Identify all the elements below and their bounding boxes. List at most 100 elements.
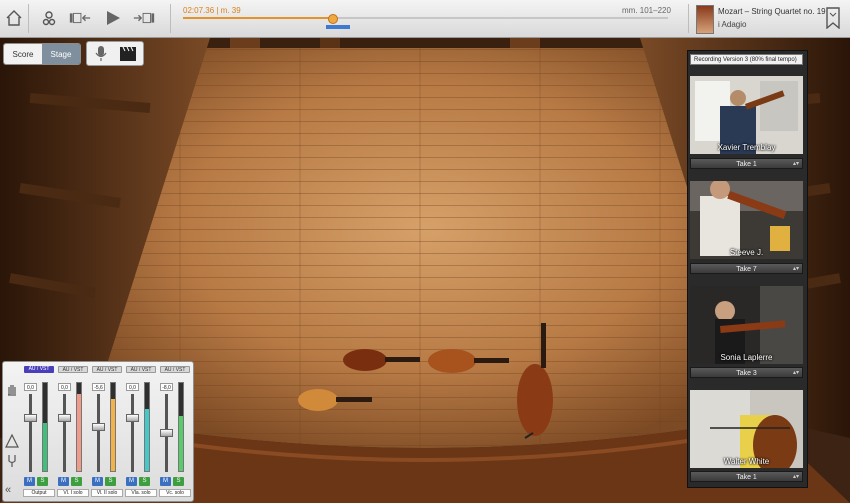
divider	[170, 4, 171, 33]
meter-level	[145, 409, 149, 471]
take-label: Take 1	[736, 474, 757, 481]
recording-panel: Recording Version 3 (80% final tempo) Xa…	[687, 50, 808, 488]
stepper-arrows-icon: ▴▾	[792, 370, 799, 376]
rewind-icon[interactable]	[68, 6, 92, 30]
performer-name: Xavier Tremblay	[717, 143, 776, 152]
plugin-slot[interactable]: AU / VST	[24, 366, 54, 373]
take-label: Take 7	[736, 266, 757, 273]
mute-button[interactable]: M	[92, 477, 103, 486]
divider	[688, 4, 689, 33]
volume-fader[interactable]	[24, 413, 37, 422]
meter-level	[77, 393, 81, 471]
gain-readout[interactable]: 0,0	[126, 383, 139, 391]
solo-button[interactable]: S	[139, 477, 150, 486]
volume-fader[interactable]	[160, 429, 173, 437]
solo-button[interactable]: S	[105, 477, 116, 486]
recording-version-select[interactable]: Recording Version 3 (80% final tempo)	[690, 54, 803, 65]
meter-level	[111, 398, 115, 471]
media-buttons	[86, 41, 144, 66]
gain-readout[interactable]: -8,0	[160, 383, 173, 391]
level-meter	[76, 382, 82, 472]
plugin-slot[interactable]: AU / VST	[160, 366, 190, 373]
loop-region-marker[interactable]	[326, 25, 350, 29]
gain-readout[interactable]: 0,0	[58, 383, 71, 391]
level-meter	[178, 382, 184, 472]
solo-button[interactable]: S	[37, 477, 48, 486]
mixer-strip: AU / VST 0,0 M S Vla. solo	[125, 366, 157, 497]
divider	[28, 4, 29, 33]
level-meter	[42, 382, 48, 472]
microphone-icon[interactable]	[93, 45, 109, 62]
fast-forward-icon[interactable]	[132, 6, 156, 30]
playhead-handle[interactable]	[328, 14, 339, 24]
measure-range: mm. 101–220	[622, 6, 671, 15]
take-select-3[interactable]: Take 3 ▴▾	[690, 367, 803, 378]
mixer-side-tools: «	[3, 362, 21, 501]
volume-fader[interactable]	[58, 413, 71, 422]
fader-track	[131, 394, 134, 472]
solo-button[interactable]: S	[71, 477, 82, 486]
volume-fader[interactable]	[126, 413, 139, 422]
mixer-strip: AU / VST -5,6 M S Vl. II solo	[91, 366, 123, 497]
gain-readout[interactable]: 0,0	[24, 383, 37, 391]
fader-track	[29, 394, 32, 472]
mute-button[interactable]: M	[126, 477, 137, 486]
tuning-fork-icon[interactable]	[5, 454, 19, 468]
take-label: Take 1	[736, 161, 757, 168]
mute-button[interactable]: M	[160, 477, 171, 486]
meter-level	[43, 422, 47, 471]
plugin-slot[interactable]: AU / VST	[58, 366, 88, 373]
performer-video-2[interactable]: Steeve J.	[690, 181, 803, 259]
performer-name: Sonia Laplerre	[720, 353, 773, 362]
collapse-icon[interactable]: «	[5, 484, 19, 496]
level-meter	[110, 382, 116, 472]
performer-name: Walter White	[723, 457, 770, 466]
mixer-strip: AU / VST -8,0 M S Vc. solo	[159, 366, 191, 497]
gain-readout[interactable]: -5,6	[92, 383, 105, 391]
play-icon[interactable]	[101, 6, 125, 30]
take-select-1[interactable]: Take 1 ▴▾	[690, 158, 803, 169]
timecode-readout: 02:07.36 | m. 39	[183, 6, 241, 15]
take-select-4[interactable]: Take 1 ▴▾	[690, 471, 803, 482]
bookmark-icon[interactable]	[826, 7, 840, 30]
stage-view-button[interactable]: Stage	[42, 44, 80, 64]
composer-portrait[interactable]	[696, 5, 714, 34]
clapperboard-icon[interactable]	[119, 45, 137, 62]
score-view-button[interactable]: Score	[4, 44, 42, 64]
channel-label: Vl. II solo	[91, 489, 123, 497]
volume-fader[interactable]	[92, 423, 105, 432]
mute-button[interactable]: M	[24, 477, 35, 486]
home-icon[interactable]	[2, 6, 26, 30]
tuning-icon[interactable]	[5, 433, 19, 448]
fader-track	[63, 394, 66, 472]
piece-title[interactable]: Mozart – String Quartet no. 19	[718, 7, 826, 16]
transport-bar: 02:07.36 | m. 39 mm. 101–220 Mozart – St…	[0, 0, 850, 38]
stepper-arrows-icon: ▴▾	[792, 266, 799, 272]
channel-label: Vc. solo	[159, 489, 191, 497]
plugin-slot[interactable]: AU / VST	[126, 366, 156, 373]
performer-video-3[interactable]: Sonia Laplerre	[690, 286, 803, 364]
mixer-strip: AU / VST 0,0 M S Output	[23, 366, 55, 497]
stepper-arrows-icon: ▴▾	[792, 161, 799, 167]
take-label: Take 3	[736, 370, 757, 377]
hand-icon[interactable]	[5, 382, 19, 396]
piece-movement[interactable]: i Adagio	[718, 20, 746, 29]
meter-level	[179, 416, 183, 471]
performer-name: Steeve J.	[729, 248, 764, 257]
mixer-panel: « AU / VST 0,0 M S Output AU / VST 0,0 M S Vl. I …	[2, 361, 194, 502]
channel-label: Vl. I solo	[57, 489, 89, 497]
take-select-2[interactable]: Take 7 ▴▾	[690, 263, 803, 274]
fader-track	[97, 394, 100, 472]
metronome-icon[interactable]	[37, 6, 61, 30]
performer-video-1[interactable]: Xavier Tremblay	[690, 76, 803, 154]
channel-label: Output	[23, 489, 55, 497]
view-toggle: Score Stage	[3, 43, 81, 65]
channel-label: Vla. solo	[125, 489, 157, 497]
mute-button[interactable]: M	[58, 477, 69, 486]
solo-button[interactable]: S	[173, 477, 184, 486]
plugin-slot[interactable]: AU / VST	[92, 366, 122, 373]
level-meter	[144, 382, 150, 472]
timeline-progress	[183, 17, 334, 19]
performer-video-4[interactable]: Walter White	[690, 390, 803, 468]
timeline-scrubber[interactable]	[183, 14, 668, 24]
